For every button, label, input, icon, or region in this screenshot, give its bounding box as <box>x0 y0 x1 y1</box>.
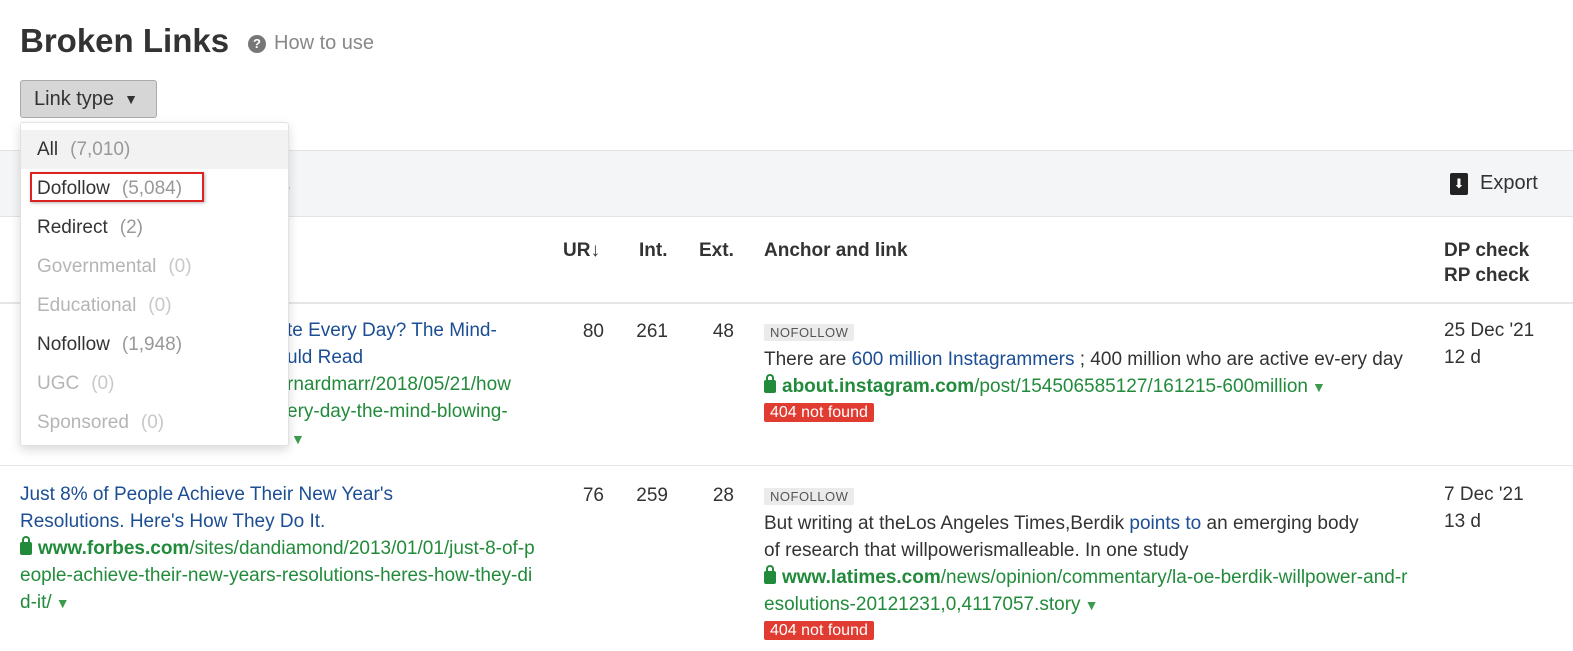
page-title: Broken Links <box>20 22 230 59</box>
menu-item-redirect[interactable]: Redirect (2) <box>21 208 288 247</box>
caret-down-icon[interactable]: ▼ <box>1312 379 1326 395</box>
dp-check-date: 7 Dec '21 <box>1444 484 1524 505</box>
referring-page-url[interactable]: www.forbes.com/sites/dandiamond/2013/01/… <box>20 535 540 617</box>
column-header-ur[interactable]: UR↓ <box>563 240 600 262</box>
column-header-dp-check[interactable]: DP check <box>1444 240 1529 262</box>
anchor-context: There are 600 million Instagrammers ; 40… <box>764 349 1403 370</box>
menu-item-sponsored: Sponsored (0) <box>37 411 165 433</box>
caret-down-icon[interactable]: ▼ <box>1085 597 1099 613</box>
column-header-ext[interactable]: Ext. <box>699 240 734 262</box>
nofollow-badge: NOFOLLOW <box>764 488 855 505</box>
export-button[interactable]: ⬇ Export <box>1450 172 1538 195</box>
column-header-rp-check[interactable]: RP check <box>1444 265 1529 287</box>
caret-down-icon: ▼ <box>124 91 138 107</box>
ur-label: UR <box>563 240 591 261</box>
target-url[interactable]: www.latimes.com/news/opinion/commentary/… <box>764 564 1414 619</box>
int-value: 259 <box>636 485 668 506</box>
highlight-box <box>30 172 204 202</box>
ur-value: 80 <box>582 321 604 342</box>
download-icon: ⬇ <box>1450 172 1468 195</box>
ext-value: 28 <box>712 485 734 506</box>
divider <box>0 465 1573 466</box>
how-to-use-label: How to use <box>274 32 375 54</box>
menu-item-educational: Educational (0) <box>37 294 172 316</box>
how-to-use-link[interactable]: ? How to use <box>248 32 374 55</box>
int-value: 261 <box>636 321 668 342</box>
rp-check-age: 12 d <box>1444 347 1481 368</box>
sort-down-icon: ↓ <box>590 240 600 261</box>
status-badge: 404 not found <box>764 403 874 422</box>
menu-item-nofollow[interactable]: Nofollow (1,948) <box>21 325 288 364</box>
caret-down-icon[interactable]: ▼ <box>291 431 305 447</box>
nofollow-badge: NOFOLLOW <box>764 324 855 341</box>
anchor-link[interactable]: points to <box>1129 513 1201 534</box>
export-label: Export <box>1480 172 1538 194</box>
referring-page-url[interactable]: rnardmarr/2018/05/21/how ery-day-the-mind… <box>287 371 511 453</box>
anchor-context: But writing at theLos Angeles Times,Berd… <box>764 513 1359 561</box>
menu-item-governmental: Governmental (0) <box>37 255 192 277</box>
referring-page-title[interactable]: Just 8% of People Achieve Their New Year… <box>20 481 450 535</box>
menu-item-ugc: UGC (0) <box>37 372 115 394</box>
status-badge: 404 not found <box>764 621 874 640</box>
target-url[interactable]: about.instagram.com/post/154506585127/16… <box>764 373 1414 401</box>
lock-icon <box>764 565 776 584</box>
column-header-int[interactable]: Int. <box>639 240 668 262</box>
link-type-dropdown[interactable]: Link type ▼ <box>20 80 157 118</box>
lock-icon <box>20 536 32 555</box>
referring-page-title[interactable]: te Every Day? The Mind-uld Read <box>287 317 497 371</box>
rp-check-age: 13 d <box>1444 511 1481 532</box>
anchor-link[interactable]: 600 million Instagrammers <box>852 349 1075 370</box>
link-type-label: Link type <box>34 87 115 110</box>
ur-value: 76 <box>582 485 604 506</box>
lock-icon <box>764 374 776 393</box>
column-header-anchor: Anchor and link <box>764 240 908 261</box>
caret-down-icon[interactable]: ▼ <box>56 595 70 611</box>
menu-item-all[interactable]: All (7,010) <box>21 130 288 169</box>
link-type-menu: All (7,010) Dofollow (5,084) Redirect (2) G… <box>20 122 289 446</box>
ext-value: 48 <box>712 321 734 342</box>
dp-check-date: 25 Dec '21 <box>1444 320 1535 341</box>
question-circle-icon: ? <box>248 34 266 53</box>
